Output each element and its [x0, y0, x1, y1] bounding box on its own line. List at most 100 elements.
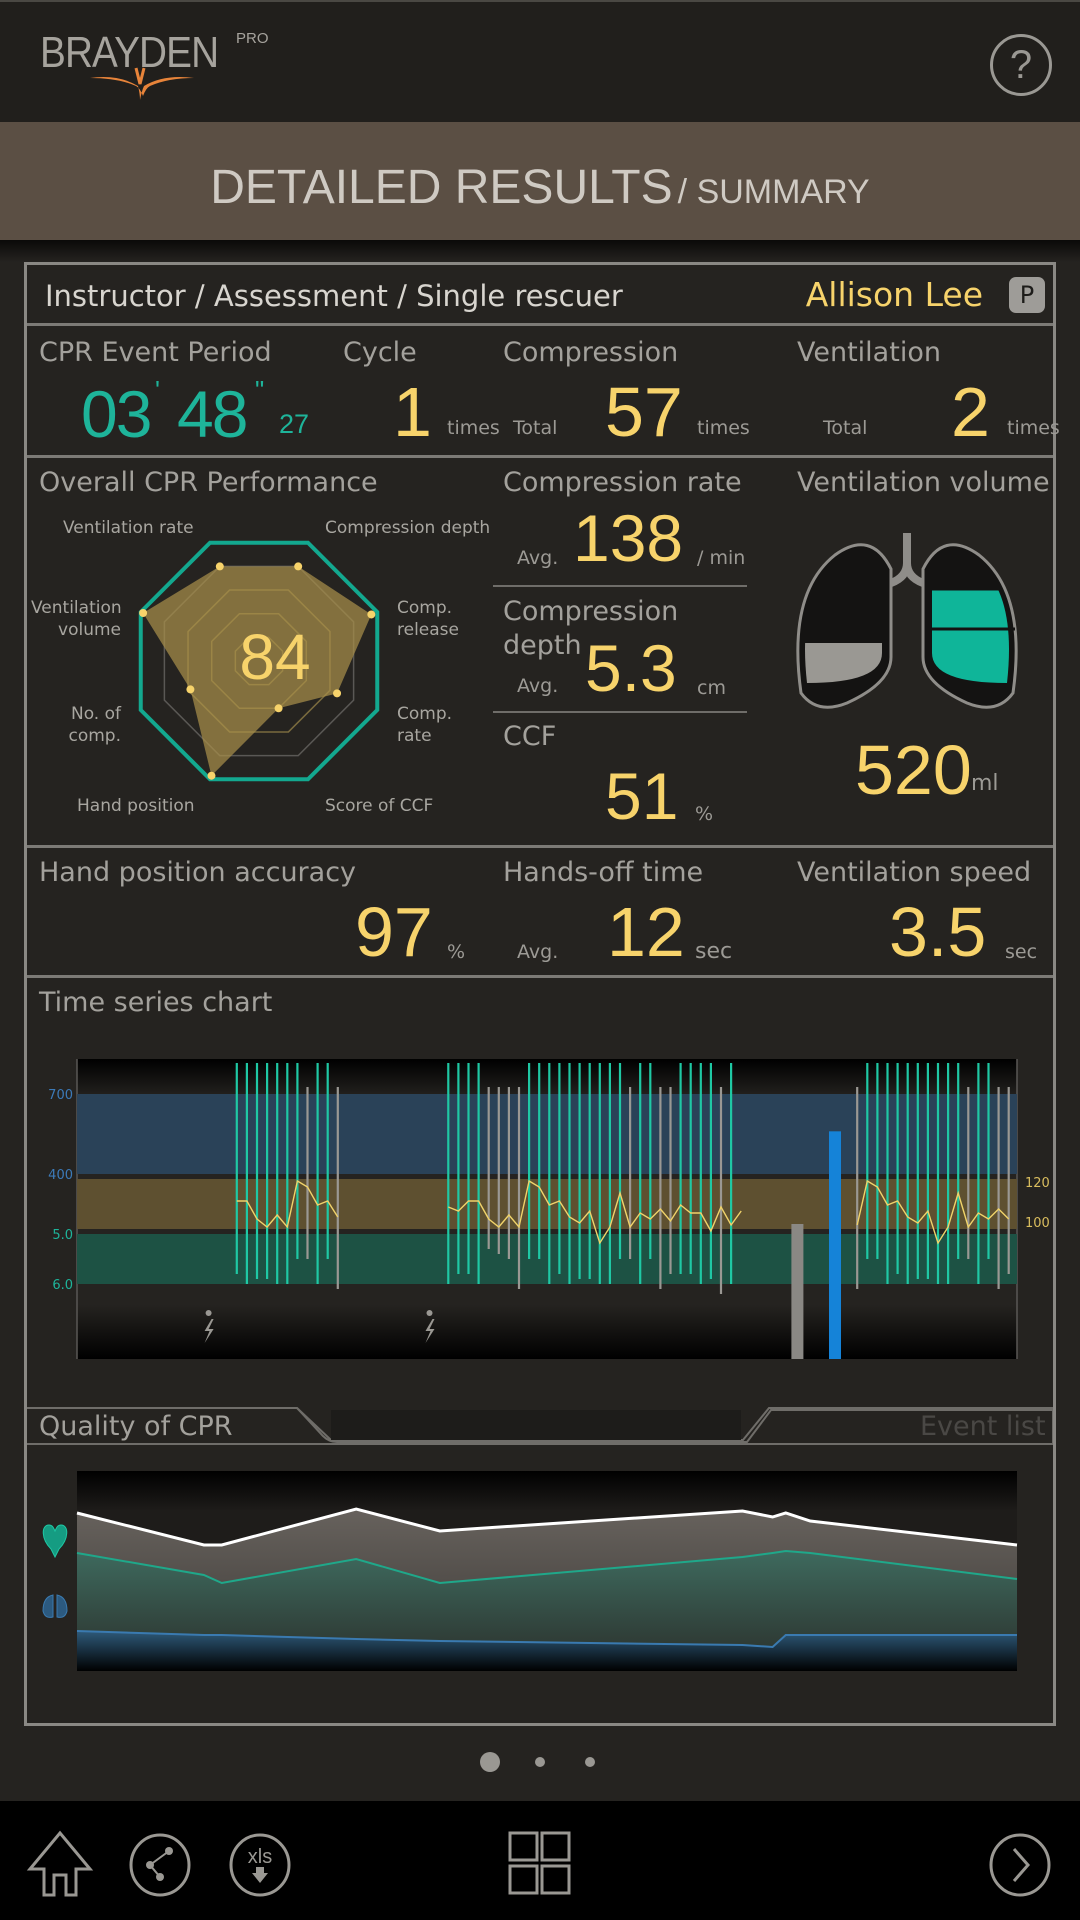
- ventilation-bar: [829, 1131, 841, 1359]
- hand-position-value: 97: [355, 893, 433, 971]
- depth-target-band: [77, 1234, 1017, 1284]
- hand-position-label: Hand position accuracy: [39, 857, 357, 888]
- ccf-unit: %: [695, 803, 714, 825]
- ventilation-volume-value: 520: [855, 731, 972, 809]
- radar-point: [294, 562, 303, 571]
- quality-chart: [42, 1471, 1018, 1671]
- title-shadow: [0, 240, 1080, 262]
- lungs-small-icon: [42, 1594, 54, 1618]
- pause-bar: [791, 1224, 804, 1359]
- heart-icon: [42, 1524, 68, 1559]
- ventilation-speed-unit: sec: [1005, 941, 1038, 963]
- y-axis-tick-label: 700: [48, 1088, 73, 1103]
- radar-point: [215, 562, 224, 571]
- cycle-unit: times: [447, 417, 500, 439]
- ventilation-total-value: 2: [951, 373, 990, 451]
- radar-label-line: Comp.: [397, 598, 453, 618]
- radar-label-line: No. of: [70, 704, 121, 724]
- ccf-value: 51: [605, 759, 679, 833]
- compression-depth-unit: cm: [697, 677, 726, 699]
- page-title-bar: DETAILED RESULTS / SUMMARY: [0, 122, 1080, 240]
- ventilation-prefix: Total: [823, 417, 868, 439]
- event-period-seconds: 48: [177, 377, 248, 451]
- time-series-chart[interactable]: 700 400 5.0 6.0 120 100: [27, 1057, 1053, 1359]
- radar-point: [367, 610, 376, 619]
- page-dot[interactable]: [585, 1757, 595, 1767]
- radar-label-compression-depth: Compression depth: [325, 518, 491, 538]
- compression-total-value: 57: [605, 373, 683, 451]
- page-dot-active[interactable]: [480, 1752, 500, 1772]
- y-axis-tick-label: 5.0: [52, 1228, 73, 1243]
- compression-rate-label: Compression rate: [503, 467, 742, 498]
- event-period-minutes: 03: [81, 377, 152, 451]
- radar-point: [274, 704, 283, 713]
- help-button[interactable]: ?: [990, 34, 1052, 96]
- radar-point: [186, 685, 195, 694]
- page-dot[interactable]: [535, 1757, 545, 1767]
- radar-label-score-ccf: Score of CCF: [325, 796, 434, 816]
- xls-label: xls: [248, 1846, 272, 1868]
- compression-prefix: Total: [513, 417, 558, 439]
- radar-label-comp-rate: Comp. rate: [397, 703, 452, 747]
- brayden-logo: BRAYDEN PRO: [40, 24, 280, 100]
- compression-rate-unit: / min: [697, 547, 746, 569]
- cycle-label: Cycle: [343, 337, 417, 368]
- y-axis-tick-label: 400: [48, 1168, 73, 1183]
- grid-menu-icon[interactable]: [508, 1831, 572, 1897]
- lungs-icon: [796, 533, 1018, 709]
- radar-label-line: Comp.: [397, 704, 453, 724]
- ventilation-speed-value: 3.5: [889, 893, 987, 971]
- compression-depth-prefix: Avg.: [517, 675, 559, 697]
- hands-off-unit: sec: [695, 939, 733, 964]
- compression-depth-value: 5.3: [585, 631, 677, 705]
- label-line: depth: [503, 630, 582, 661]
- logo-pro-badge: PRO: [236, 30, 269, 47]
- hands-off-value: 12: [607, 893, 685, 971]
- y-axis-tick-label: 6.0: [52, 1278, 73, 1293]
- user-name: Allison Lee: [805, 275, 983, 314]
- hands-off-label: Hands-off time: [503, 857, 704, 888]
- radar-point: [139, 608, 148, 617]
- radar-label-comp-release: Comp. release: [397, 597, 459, 641]
- logo-swoosh-icon: [90, 67, 194, 100]
- radar-label-line: volume: [58, 620, 121, 640]
- ventilation-volume-label: Ventilation volume: [797, 467, 1050, 498]
- xls-download-icon[interactable]: xls: [228, 1833, 292, 1897]
- right-axis-tick-label: 120: [1025, 1176, 1050, 1191]
- ventilation-speed-label: Ventilation speed: [797, 857, 1032, 888]
- radar-label-ventilation-rate: Ventilation rate: [63, 518, 194, 538]
- divider: [27, 323, 1053, 326]
- tab-event-list[interactable]: Event list: [920, 1411, 1046, 1442]
- session-breadcrumb: Instructor / Assessment / Single rescuer: [45, 279, 623, 313]
- time-series-title: Time series chart: [39, 987, 273, 1018]
- compression-rate-value: 138: [573, 501, 684, 575]
- shock-marker-dot: [426, 1310, 433, 1316]
- home-icon[interactable]: [26, 1829, 94, 1899]
- ccf-label: CCF: [503, 721, 557, 752]
- ventilation-target-band: [77, 1094, 1017, 1174]
- event-period-hundredths: 27: [279, 409, 310, 439]
- event-period-label: CPR Event Period: [39, 337, 272, 368]
- divider: [27, 975, 1053, 978]
- radar-label-no-of-comp: No. of comp.: [47, 703, 121, 747]
- performance-title: Overall CPR Performance: [39, 467, 378, 498]
- divider: [27, 455, 1053, 458]
- page-title: DETAILED RESULTS: [210, 161, 673, 214]
- second-mark: ": [255, 375, 265, 405]
- user-badge: P: [1009, 277, 1045, 313]
- minute-mark: ': [155, 375, 160, 405]
- ventilation-unit: times: [1007, 417, 1060, 439]
- radar-point: [333, 689, 342, 698]
- shock-marker-dot: [205, 1310, 212, 1316]
- next-arrow-icon[interactable]: [988, 1833, 1052, 1897]
- results-panel: Instructor / Assessment / Single rescuer…: [24, 262, 1060, 1726]
- label-line: Compression: [503, 596, 679, 627]
- radar-label-ventilation-volume: Ventilation volume: [31, 597, 122, 641]
- compression-rate-prefix: Avg.: [517, 547, 559, 569]
- bottom-nav-bar: xls: [0, 1801, 1080, 1920]
- tab-quality-of-cpr[interactable]: Quality of CPR: [39, 1411, 233, 1442]
- page-indicator: [0, 1750, 1080, 1774]
- radar-label-hand-position: Hand position: [77, 796, 195, 816]
- lungs-small-icon: [56, 1594, 68, 1618]
- share-icon[interactable]: [128, 1833, 192, 1897]
